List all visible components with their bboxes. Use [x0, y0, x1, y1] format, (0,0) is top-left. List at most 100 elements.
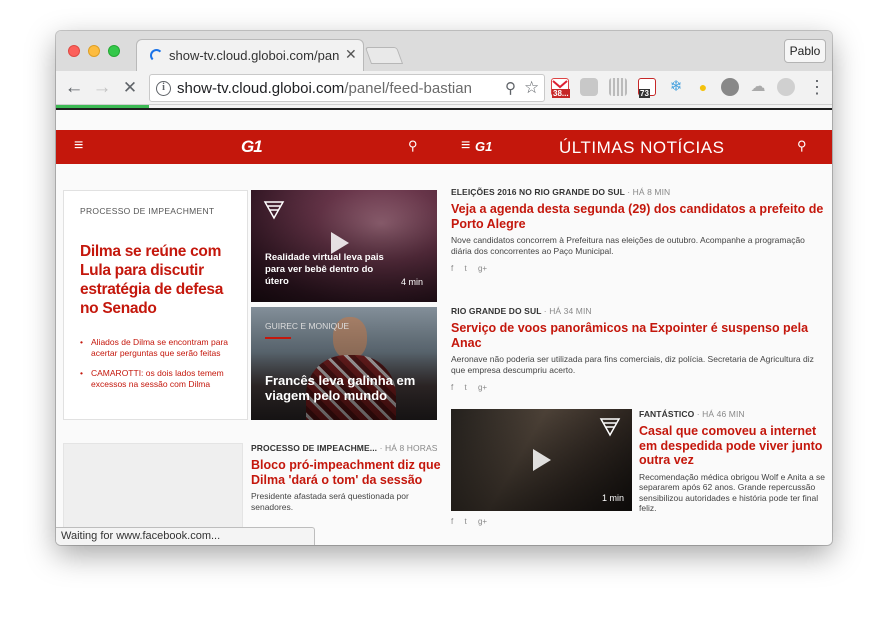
story-headline[interactable]: Veja a agenda desta segunda (29) dos can… [451, 202, 826, 231]
story-kicker: RIO GRANDE DO SUL · HÁ 34 MIN [451, 306, 826, 316]
new-tab-button[interactable] [364, 47, 404, 64]
feature-headline[interactable]: Dilma se reúne com Lula para discutir es… [80, 242, 230, 318]
story-kicker: ELEIÇÕES 2016 NO RIO GRANDE DO SUL · HÁ … [451, 187, 826, 197]
story-summary: Nove candidatos concorrem à Prefeitura n… [451, 235, 805, 256]
right-search-icon[interactable]: ⚲ [797, 138, 807, 154]
gmail-extension-icon[interactable]: 38... [551, 78, 570, 98]
facebook-share-icon[interactable]: f [451, 264, 453, 273]
video-card-virtual-reality[interactable]: Realidade virtual leva pais para ver beb… [251, 190, 437, 302]
story-time: · HÁ 46 MIN [696, 409, 745, 419]
qr-extension-icon[interactable] [609, 78, 627, 96]
chat-extension-icon[interactable] [721, 78, 739, 96]
left-story[interactable]: PROCESSO DE IMPEACHME... · HÁ 8 HORAS Bl… [251, 443, 441, 512]
site-info-icon[interactable]: i [156, 81, 171, 96]
news-item[interactable]: ELEIÇÕES 2016 NO RIO GRANDE DO SUL · HÁ … [451, 187, 826, 273]
story-headline[interactable]: Serviço de voos panorâmicos na Expointer… [451, 321, 826, 350]
gplus-share-icon[interactable]: g+ [478, 517, 487, 526]
kicker-underline [265, 337, 291, 339]
video-duration: 4 min [400, 277, 423, 287]
photo-card-guirec[interactable]: GUIREC E MONIQUE Francês leva galinha em… [251, 307, 437, 420]
story-summary: Presidente afastada será questionada por… [251, 491, 409, 512]
top-divider [56, 108, 832, 110]
calendar-extension-icon[interactable]: 73 [638, 78, 656, 98]
story-headline[interactable]: Casal que comoveu a internet em despedid… [639, 424, 829, 468]
snowflake-extension-icon[interactable]: ❄ [667, 78, 685, 96]
share-row: f t g+ [451, 517, 826, 526]
address-bar[interactable]: i show-tv.cloud.globoi.com/panel/feed-ba… [149, 74, 545, 102]
story-kicker-text: PROCESSO DE IMPEACHME... [251, 443, 378, 453]
status-bar: Waiting for www.facebook.com... [56, 527, 315, 545]
url-text[interactable]: show-tv.cloud.globoi.com/panel/feed-bast… [177, 80, 472, 97]
photo-kicker: GUIREC E MONIQUE [265, 321, 350, 331]
calendar-badge: 73 [639, 89, 650, 98]
news-item[interactable]: RIO GRANDE DO SUL · HÁ 34 MIN Serviço de… [451, 306, 826, 392]
story-kicker: PROCESSO DE IMPEACHME... · HÁ 8 HORAS [251, 443, 441, 453]
right-header: ≡ G1 ÚLTIMAS NOTÍCIAS ⚲ [449, 130, 832, 164]
zoom-icon[interactable]: ⚲ [505, 79, 516, 97]
story-summary: Recomendação médica obrigou Wolf e Anita… [639, 471, 826, 514]
feature-card[interactable]: PROCESSO DE IMPEACHMENT Dilma se reúne c… [63, 190, 248, 420]
facebook-share-icon[interactable]: f [451, 517, 453, 526]
video-duration: 1 min [601, 493, 624, 503]
fantastico-logo-icon [599, 418, 621, 437]
page-viewport: ≡ G1 ⚲ PROCESSO DE IMPEACHMENT Dilma se … [56, 108, 832, 545]
g1-small-logo[interactable]: G1 [475, 139, 492, 154]
video-thumbnail[interactable]: 1 min [451, 409, 632, 511]
browser-toolbar: ← → ✕ i show-tv.cloud.globoi.com/panel/f… [56, 71, 832, 105]
share-row: f t g+ [451, 264, 826, 273]
browser-tab[interactable]: show-tv.cloud.globoi.com/panel/ ✕ [136, 39, 364, 71]
story-kicker-text: RIO GRANDE DO SUL [451, 306, 542, 316]
share-row: f t g+ [451, 383, 826, 392]
story-headline[interactable]: Bloco pró-impeachment diz que Dilma 'dar… [251, 458, 441, 487]
twitter-share-icon[interactable]: t [464, 264, 466, 273]
cloud-extension-icon[interactable]: ☁ [749, 78, 767, 96]
share-row-container: f t g+ [451, 517, 826, 526]
play-icon[interactable] [533, 449, 551, 471]
story-kicker-text: FANTÁSTICO [639, 409, 695, 419]
facebook-share-icon[interactable]: f [451, 383, 453, 392]
bookmark-star-icon[interactable]: ☆ [524, 78, 539, 98]
story-time: · HÁ 8 HORAS [379, 443, 438, 453]
story-summary: Aeronave não poderia ser utilizada para … [451, 354, 814, 375]
url-host: show-tv.cloud.globoi.com [177, 80, 345, 97]
browser-menu-icon[interactable]: ⋮ [808, 78, 826, 96]
tab-close-icon[interactable]: ✕ [345, 46, 357, 63]
lightbulb-extension-icon[interactable]: ● [694, 78, 712, 96]
profile-button[interactable]: Pablo [784, 39, 826, 63]
title-bar: show-tv.cloud.globoi.com/panel/ ✕ Pablo [56, 31, 832, 71]
news-item-video[interactable]: FANTÁSTICO · HÁ 46 MIN Casal que comoveu… [639, 409, 829, 514]
story-kicker-text: ELEIÇÕES 2016 NO RIO GRANDE DO SUL [451, 187, 625, 197]
feature-related-list: Aliados de Dilma se encontram para acert… [80, 337, 240, 399]
fantastico-logo-icon [263, 201, 285, 220]
video-caption: Realidade virtual leva pais para ver beb… [265, 252, 384, 287]
twitter-share-icon[interactable]: t [464, 517, 466, 526]
play-icon[interactable] [331, 232, 349, 254]
forward-arrow-icon[interactable]: → [90, 76, 114, 100]
sync-extension-icon[interactable] [777, 78, 795, 96]
browser-window: show-tv.cloud.globoi.com/panel/ ✕ Pablo … [56, 31, 832, 545]
tab-title: show-tv.cloud.globoi.com/panel/ [169, 48, 339, 63]
back-arrow-icon[interactable]: ← [62, 76, 86, 100]
twitter-share-icon[interactable]: t [464, 383, 466, 392]
stop-loading-icon[interactable]: ✕ [118, 76, 142, 100]
related-link[interactable]: CAMAROTTI: os dois lados temem excessos … [80, 368, 240, 389]
right-menu-icon[interactable]: ≡ [461, 137, 470, 155]
camera-extension-icon[interactable] [580, 78, 598, 96]
minimize-window-button[interactable] [88, 45, 100, 57]
g1-logo[interactable]: G1 [241, 137, 271, 157]
gplus-share-icon[interactable]: g+ [478, 383, 487, 392]
close-window-button[interactable] [68, 45, 80, 57]
feature-section-label: PROCESSO DE IMPEACHMENT [80, 206, 215, 216]
latest-news-title: ÚLTIMAS NOTÍCIAS [559, 138, 725, 157]
story-kicker: FANTÁSTICO · HÁ 46 MIN [639, 409, 829, 419]
left-search-icon[interactable]: ⚲ [408, 138, 418, 154]
story-time: · HÁ 8 MIN [627, 187, 671, 197]
gplus-share-icon[interactable]: g+ [478, 264, 487, 273]
gmail-badge: 38... [552, 89, 570, 98]
url-path: /panel/feed-bastian [344, 80, 472, 97]
related-link[interactable]: Aliados de Dilma se encontram para acert… [80, 337, 240, 358]
left-menu-icon[interactable]: ≡ [74, 137, 83, 155]
zoom-window-button[interactable] [108, 45, 120, 57]
story-time: · HÁ 34 MIN [543, 306, 592, 316]
left-header: ≡ G1 ⚲ [56, 130, 449, 164]
